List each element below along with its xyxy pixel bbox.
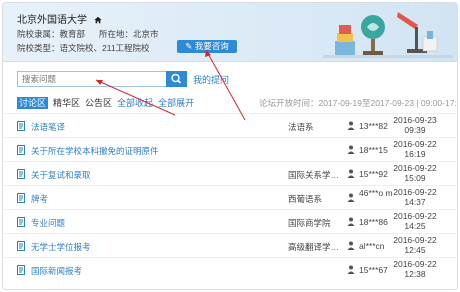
document-icon: [17, 217, 25, 227]
question-dept: 西葡语系: [288, 194, 323, 204]
user-icon: [347, 121, 355, 130]
university-name[interactable]: 北京外国语大学: [17, 11, 102, 26]
tabs: 讨论区 精华区 公告区 全部收起 全部展开: [17, 96, 199, 109]
question-title[interactable]: 关于所在学校本科撤免的证明原件: [31, 145, 159, 157]
user-icon: [347, 217, 355, 226]
question-date: 2016-09-22 12:45: [393, 235, 437, 255]
list-item: 关于所在学校本科撤免的证明原件 18***15 2016-09-22 16:19: [3, 137, 457, 162]
user-icon: [347, 193, 355, 202]
question-dept: 国际商学院: [288, 218, 331, 228]
location: 所在地：北京市: [99, 29, 159, 39]
university-card: 北京外国语大学 院校隶属：教育部 所在地：北京市 院校类型：语文院校、211工程院…: [2, 2, 458, 290]
question-title[interactable]: 专业问题: [31, 217, 65, 229]
question-author: 13***82: [359, 121, 388, 131]
list-item: 专业问题 国际商学院 18***86 2016-09-22 14:25: [3, 209, 457, 234]
affiliation: 院校隶属：教育部: [17, 29, 86, 39]
user-icon: [347, 145, 355, 154]
question-author: 18***15: [359, 145, 388, 155]
question-date: 2016-09-22 14:37: [393, 187, 437, 207]
consult-button[interactable]: ✎ 我要咨询: [177, 40, 237, 53]
search-icon: [171, 73, 182, 84]
user-icon: [347, 241, 355, 250]
header-banner: 北京外国语大学 院校隶属：教育部 所在地：北京市 院校类型：语文院校、211工程院…: [3, 3, 457, 62]
question-dept: 高级翻译学…: [288, 242, 340, 252]
school-type: 院校类型：语文院校、211工程院校: [17, 43, 150, 53]
list-item: 法语笔译 法语系 13***82 2016-09-23 09:39: [3, 113, 457, 138]
forum-hours: 论坛开放时间：2017-09-19至2017-09-23 | 09:00-17:…: [259, 98, 458, 108]
user-icon: [347, 169, 355, 178]
question-date: 2016-09-22 12:38: [393, 259, 437, 279]
question-author: al***cn: [359, 241, 385, 251]
consult-label: 我要咨询: [194, 41, 229, 51]
document-icon: [17, 145, 25, 155]
question-date: 2016-09-22 14:25: [393, 211, 437, 231]
list-item: 牌考 西葡语系 46***o m 2016-09-22 14:37: [3, 185, 457, 210]
document-icon: [17, 169, 25, 179]
tab-discussion[interactable]: 讨论区: [17, 97, 49, 109]
question-title[interactable]: 牌考: [31, 193, 48, 205]
question-date: 2016-09-23 09:39: [393, 115, 437, 135]
search-input[interactable]: [18, 72, 166, 86]
search-button[interactable]: [166, 71, 187, 87]
question-date: 2016-09-22 16:19: [393, 139, 437, 159]
search-input-box[interactable]: [17, 71, 167, 87]
info-line-1: 院校隶属：教育部 所在地：北京市: [17, 28, 159, 40]
question-author: 15***92: [359, 169, 388, 179]
question-title[interactable]: 国际新闻报考: [31, 265, 82, 277]
question-author: 15***67: [359, 265, 388, 275]
list-item: 关于复试和录取 国际关系学… 15***92 2016-09-22 15:09: [3, 161, 457, 186]
document-icon: [17, 121, 25, 131]
question-title[interactable]: 无学士学位报考: [31, 241, 91, 253]
university-name-text[interactable]: 北京外国语大学: [17, 15, 87, 26]
question-title[interactable]: 法语笔译: [31, 121, 65, 133]
my-questions-link[interactable]: 我的提问: [193, 73, 229, 86]
question-dept: 国际关系学…: [288, 170, 340, 180]
question-dept: 法语系: [288, 122, 314, 132]
expand-all-link[interactable]: 全部展开: [158, 98, 194, 108]
list-item: 无学士学位报考 高级翻译学… al***cn 2016-09-22 12:45: [3, 233, 457, 258]
question-title[interactable]: 关于复试和录取: [31, 169, 91, 181]
tab-announcements[interactable]: 公告区: [85, 98, 112, 108]
document-icon: [17, 193, 25, 203]
question-author: 46***o m: [359, 188, 393, 198]
info-line-2: 院校类型：语文院校、211工程院校: [17, 42, 150, 54]
document-icon: [17, 265, 25, 275]
user-icon: [347, 265, 355, 274]
pencil-icon: ✎: [185, 41, 195, 51]
question-date: 2016-09-22 15:09: [393, 163, 437, 183]
tab-featured[interactable]: 精华区: [53, 98, 80, 108]
home-icon[interactable]: [94, 16, 102, 24]
banner-illustration: [323, 12, 453, 58]
question-author: 18***86: [359, 217, 388, 227]
document-icon: [17, 241, 25, 251]
list-item: 国际新闻报考 15***67 2016-09-22 12:38: [3, 257, 457, 282]
collapse-all-link[interactable]: 全部收起: [117, 98, 153, 108]
